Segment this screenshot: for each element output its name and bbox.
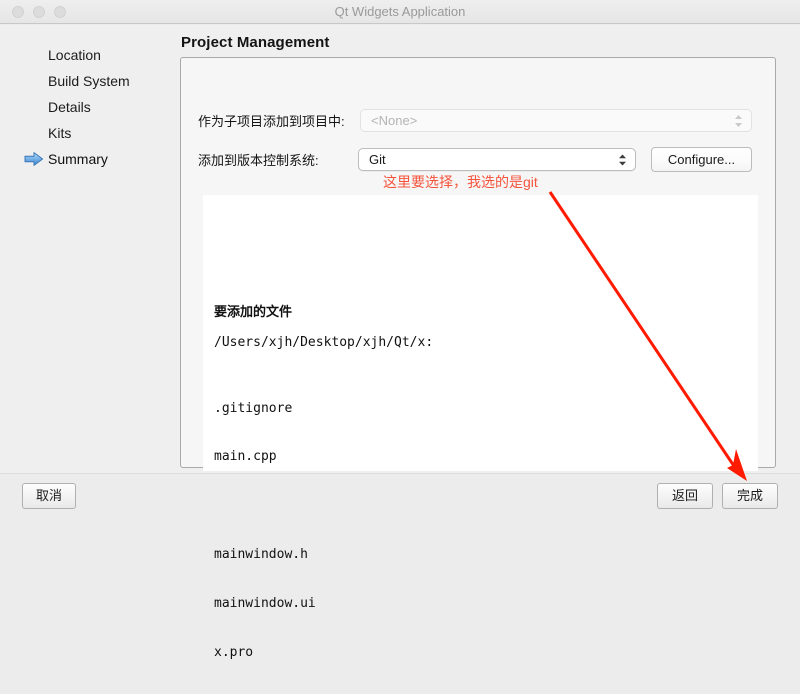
sidebar-item-summary[interactable]: Summary [48,150,108,168]
wizard-step-sidebar: Location Build System Details Kits Summa… [0,25,175,473]
add-as-subproject-label: 作为子项目添加到项目中: [198,111,345,130]
annotation-text: 这里要选择，我选的是git [383,172,538,192]
files-summary-list: .gitignore main.cpp mainwindow.cpp mainw… [214,368,324,694]
page-title: Project Management [181,34,330,51]
list-item: mainwindow.ui [214,596,324,612]
sidebar-item-build-system[interactable]: Build System [48,72,130,90]
list-item: main.cpp [214,449,324,465]
blue-right-arrow-icon [24,151,44,167]
add-as-subproject-combobox[interactable]: <None> [360,109,752,132]
version-control-combobox[interactable]: Git [358,148,636,171]
list-item: x.pro [214,645,324,661]
list-item: mainwindow.h [214,547,324,563]
sidebar-item-details[interactable]: Details [48,98,91,116]
version-control-value: Git [369,152,386,167]
wizard-content: Location Build System Details Kits Summa… [0,25,800,473]
application-window: Qt Widgets Application Location Build Sy… [0,0,800,522]
title-bar: Qt Widgets Application [0,0,800,24]
back-button[interactable]: 返回 [657,483,713,509]
add-as-subproject-value: <None> [371,113,417,128]
list-item: .gitignore [214,401,324,417]
files-summary-textarea[interactable]: 要添加的文件 /Users/xjh/Desktop/xjh/Qt/x: .git… [203,195,758,471]
sidebar-item-kits[interactable]: Kits [48,124,71,142]
sidebar-item-location[interactable]: Location [48,46,101,64]
chevron-up-down-icon [618,152,627,168]
chevron-up-down-icon [734,113,743,129]
files-summary-path: /Users/xjh/Desktop/xjh/Qt/x: [214,335,433,350]
finish-button[interactable]: 完成 [722,483,778,509]
version-control-label: 添加到版本控制系统: [198,150,319,169]
window-title: Qt Widgets Application [0,4,800,19]
configure-button[interactable]: Configure... [651,147,752,172]
files-summary-heading: 要添加的文件 [214,301,292,320]
cancel-button[interactable]: 取消 [22,483,76,509]
